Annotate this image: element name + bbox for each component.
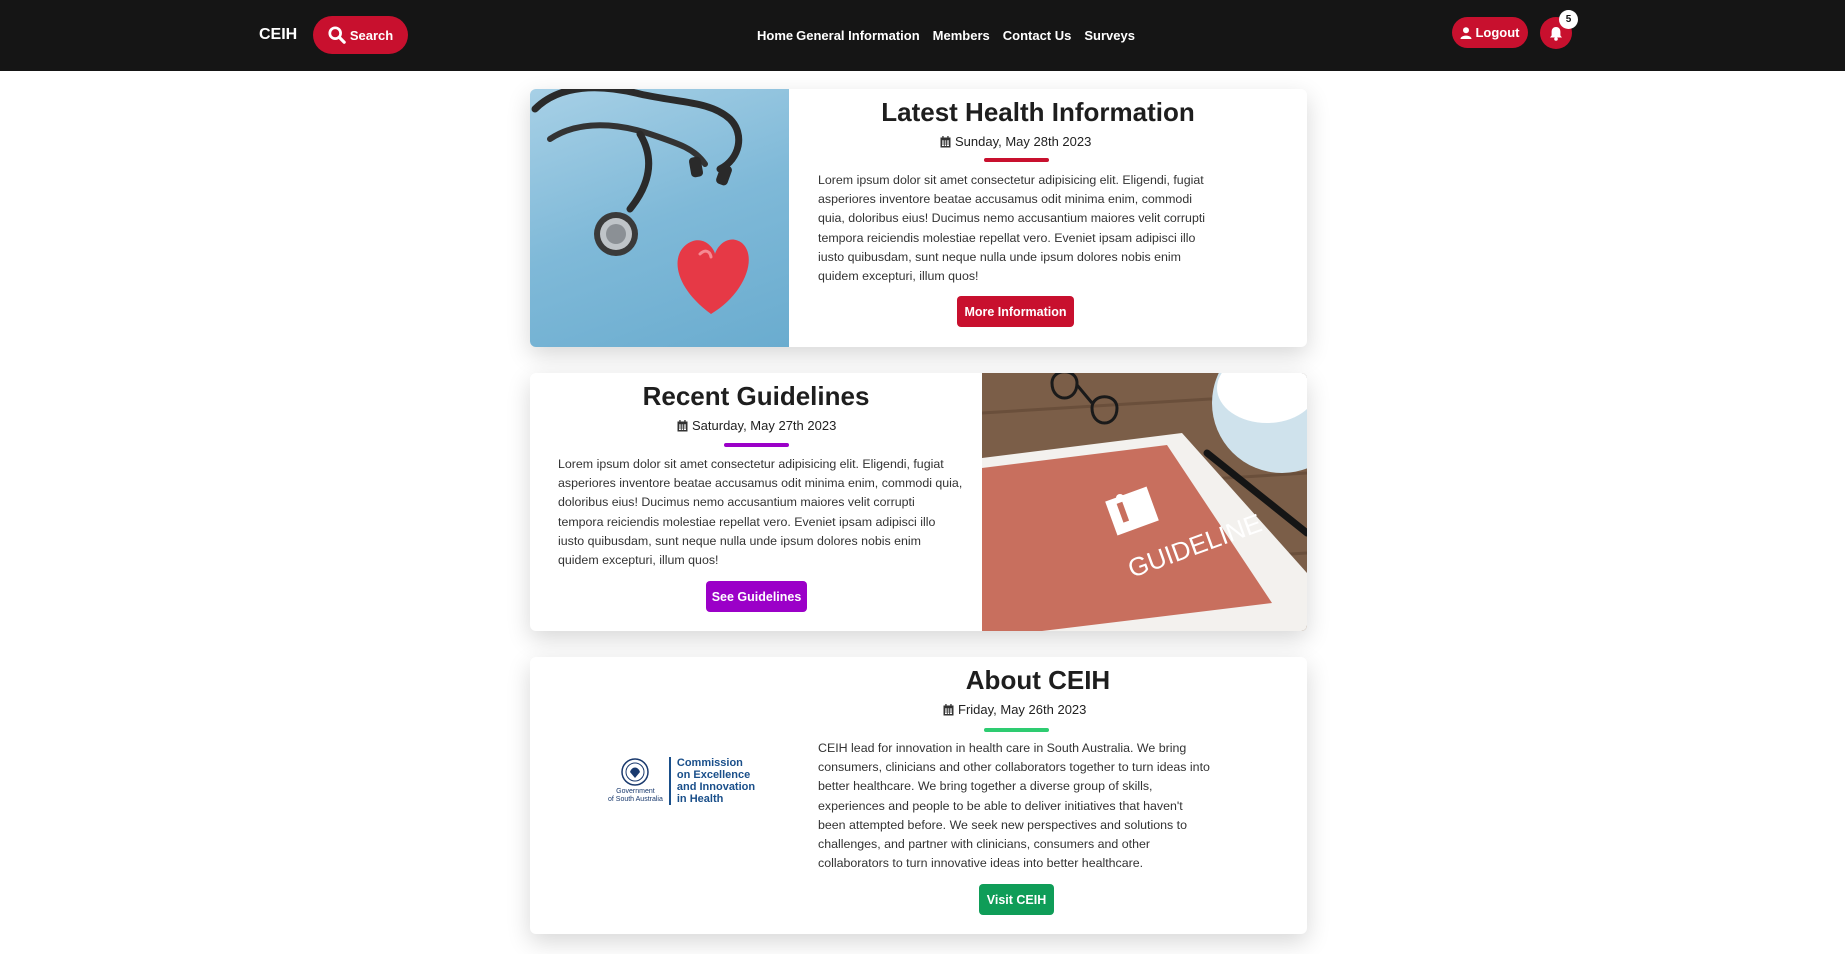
- notification-count-badge: 5: [1559, 10, 1578, 29]
- see-guidelines-button[interactable]: See Guidelines: [706, 581, 807, 612]
- nav-link-members[interactable]: Members: [933, 28, 990, 43]
- more-information-button[interactable]: More Information: [957, 296, 1074, 327]
- nav-link-surveys[interactable]: Surveys: [1084, 28, 1135, 43]
- brand-logo[interactable]: CEIH: [259, 26, 297, 44]
- about-ceih-card: Government of South Australia Commission…: [530, 657, 1307, 934]
- card-title: Latest Health Information: [881, 97, 1195, 127]
- card-title: About CEIH: [965, 665, 1111, 695]
- calendar-icon: [943, 703, 954, 715]
- calendar-icon: [677, 419, 688, 431]
- card-date: Friday, May 26th 2023: [943, 702, 1086, 717]
- logo-org-name: Commission on Excellence and Innovation …: [677, 757, 755, 805]
- card-date: Sunday, May 28th 2023: [940, 134, 1091, 149]
- search-label: Search: [349, 27, 394, 43]
- logo-org-line: on Excellence: [676, 769, 751, 781]
- calendar-icon: [940, 135, 951, 147]
- accent-divider: [984, 158, 1049, 162]
- card-title: Recent Guidelines: [642, 381, 870, 411]
- accent-divider: [724, 443, 789, 447]
- latest-health-information-card: Latest Health Information Sunday, May 28…: [530, 89, 1307, 347]
- guideline-book-image: GUIDELINE: [982, 373, 1307, 631]
- card-body-text: Lorem ipsum dolor sit amet consectetur a…: [558, 457, 963, 568]
- card-body-text: Lorem ipsum dolor sit amet consectetur a…: [818, 173, 1206, 284]
- card-date-text: Sunday, May 28th 2023: [955, 134, 1092, 149]
- card-date-text: Saturday, May 27th 2023: [692, 418, 837, 433]
- card-date-text: Friday, May 26th 2023: [958, 702, 1087, 717]
- nav-link-general-information[interactable]: General Information: [796, 28, 920, 43]
- nav-link-home[interactable]: Home: [757, 28, 793, 43]
- accent-divider: [984, 728, 1049, 732]
- logo-gov-line2: of South Australia: [608, 796, 663, 803]
- logo-org-line: Commission: [676, 757, 743, 769]
- visit-ceih-button[interactable]: Visit CEIH: [979, 884, 1054, 915]
- ceih-logo: Government of South Australia Commission…: [608, 757, 755, 805]
- logo-org-line: and Innovation: [676, 781, 756, 793]
- logo-gov-line1: Government: [616, 788, 655, 795]
- coat-of-arms-icon: [621, 758, 650, 786]
- card-body-text: CEIH lead for innovation in health care …: [818, 741, 1210, 871]
- search-button[interactable]: Search: [313, 16, 408, 54]
- top-navbar: CEIH Search Home General Information Mem…: [0, 0, 1845, 71]
- logout-label: Logout: [1475, 25, 1520, 40]
- main-nav: Home General Information Members Contact…: [757, 28, 1135, 43]
- user-icon: [1460, 26, 1472, 39]
- nav-link-contact-us[interactable]: Contact Us: [1003, 28, 1072, 43]
- search-icon: [328, 26, 346, 44]
- guideline-book-illustration: GUIDELINE: [982, 373, 1307, 631]
- card-date: Saturday, May 27th 2023: [677, 418, 836, 433]
- bell-icon: [1550, 26, 1562, 41]
- stethoscope-heart-illustration: [531, 89, 749, 314]
- logout-button[interactable]: Logout: [1452, 17, 1528, 48]
- government-of-south-australia-logo: Government of South Australia: [608, 758, 663, 804]
- logo-divider: [668, 757, 671, 805]
- logo-org-line: in Health: [676, 793, 724, 805]
- recent-guidelines-card: Recent Guidelines Saturday, May 27th 202…: [530, 373, 1307, 631]
- stethoscope-heart-image: [530, 89, 789, 347]
